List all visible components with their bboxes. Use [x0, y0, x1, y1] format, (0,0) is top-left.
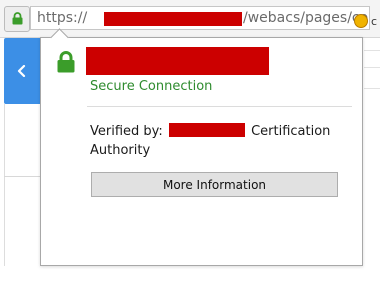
url-scheme: https:// [37, 10, 88, 26]
chevron-left-icon [17, 65, 26, 77]
extension-label: c [371, 15, 378, 28]
divider [87, 106, 352, 107]
site-identity-panel: Secure Connection Verified by: Certifica… [40, 28, 363, 266]
site-identity-button[interactable] [4, 6, 30, 32]
page-divider [364, 50, 380, 51]
lock-icon [12, 12, 23, 25]
page-background [4, 104, 41, 266]
lock-icon [57, 51, 75, 73]
extension-icon[interactable] [354, 14, 368, 28]
connection-status: Secure Connection [90, 79, 213, 94]
redacted-issuer [168, 123, 245, 137]
url-input[interactable]: https:// /webacs/pages/common/login [30, 6, 370, 30]
verified-by-text: Verified by: Certification Authority [90, 122, 340, 160]
page-divider [364, 88, 380, 89]
more-information-button[interactable]: More Information [91, 172, 338, 197]
redacted-hostname [104, 12, 242, 26]
verified-by-label: Verified by: [90, 124, 163, 139]
issuer-suffix: Certification [251, 124, 331, 139]
issuer-line2: Authority [90, 143, 151, 158]
url-path: /webacs/pages/common/login [243, 10, 369, 26]
page-divider [4, 176, 40, 177]
page-divider [364, 67, 380, 68]
redacted-site-name [86, 47, 269, 75]
back-button[interactable] [4, 38, 40, 104]
